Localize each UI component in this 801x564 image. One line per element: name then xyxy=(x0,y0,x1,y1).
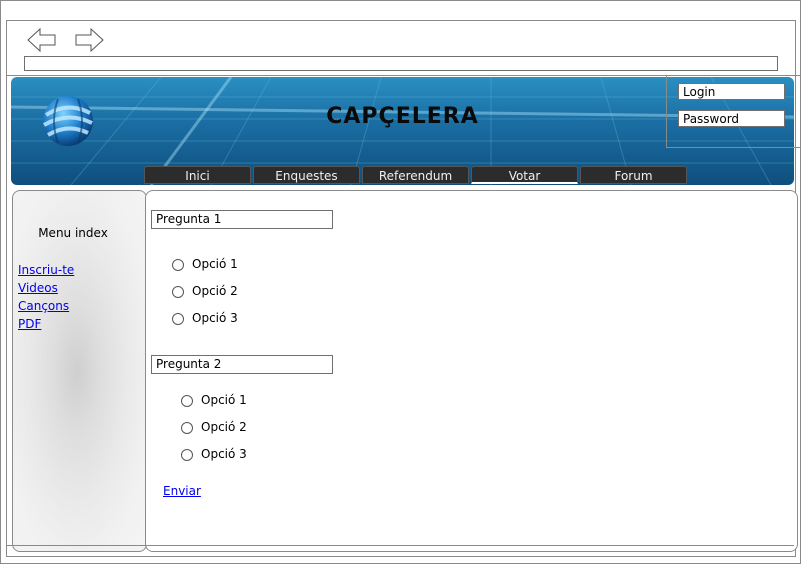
tab-inici[interactable]: Inici xyxy=(144,166,251,184)
question-1-label: Pregunta 1 xyxy=(151,210,333,229)
password-field[interactable]: Password xyxy=(678,110,785,127)
q2-option-3-label: Opció 3 xyxy=(201,447,247,461)
sidebar-link-cancons[interactable]: Cançons xyxy=(18,299,69,313)
q2-option-1-radio[interactable] xyxy=(181,395,193,407)
question-2-label: Pregunta 2 xyxy=(151,355,333,374)
tab-enquestes[interactable]: Enquestes xyxy=(253,166,360,184)
sidebar-link-videos[interactable]: Videos xyxy=(18,281,58,295)
sidebar-link-inscriu-te[interactable]: Inscriu-te xyxy=(18,263,74,277)
globe-logo-icon xyxy=(42,96,93,146)
q2-option-3-radio[interactable] xyxy=(181,449,193,461)
q1-option-2-label: Opció 2 xyxy=(192,284,238,298)
login-field[interactable]: Login xyxy=(678,83,785,100)
back-arrow-icon[interactable] xyxy=(27,27,57,53)
q2-option-2-radio[interactable] xyxy=(181,422,193,434)
sidebar-link-pdf[interactable]: PDF xyxy=(18,317,41,331)
q1-option-3-label: Opció 3 xyxy=(192,311,238,325)
sidebar: Menu index Inscriu-te Videos Cançons PDF xyxy=(12,190,147,552)
tab-referendum[interactable]: Referendum xyxy=(362,166,469,184)
q1-option-1-radio[interactable] xyxy=(172,259,184,271)
q1-option-2-radio[interactable] xyxy=(172,286,184,298)
sidebar-title: Menu index xyxy=(38,226,108,240)
status-bar-divider xyxy=(6,545,794,546)
q1-option-3-radio[interactable] xyxy=(172,313,184,325)
tab-votar[interactable]: Votar xyxy=(471,166,578,184)
address-bar[interactable] xyxy=(24,56,778,71)
submit-link[interactable]: Enviar xyxy=(163,484,201,498)
q2-option-2-label: Opció 2 xyxy=(201,420,247,434)
q2-option-1-label: Opció 1 xyxy=(201,393,247,407)
forward-arrow-icon[interactable] xyxy=(74,27,104,53)
q1-option-1-label: Opció 1 xyxy=(192,257,238,271)
tab-forum[interactable]: Forum xyxy=(580,166,687,184)
